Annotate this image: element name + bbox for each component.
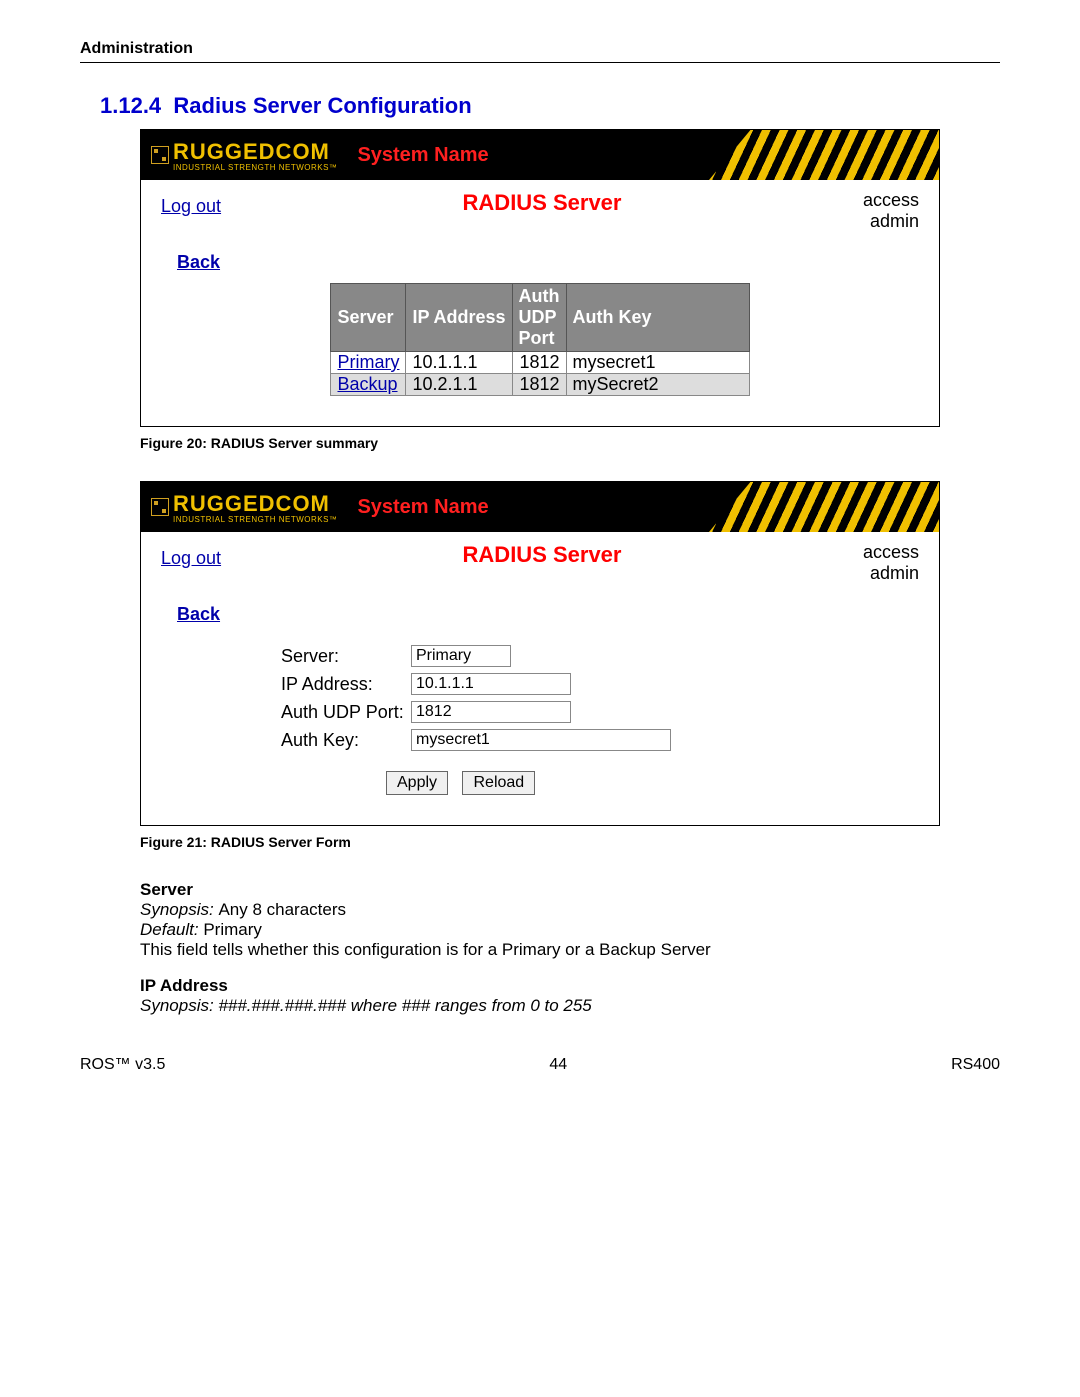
form-area: Server: Primary IP Address: 10.1.1.1 Aut… bbox=[281, 645, 939, 751]
footer-center: 44 bbox=[549, 1056, 567, 1074]
port-label: Auth UDP Port: bbox=[281, 702, 411, 723]
server-input[interactable]: Primary bbox=[411, 645, 511, 667]
field-server-default: Default: Primary bbox=[140, 920, 940, 940]
hatch-decoration bbox=[709, 482, 939, 532]
col-port: AuthUDPPort bbox=[512, 284, 566, 352]
cell-port: 1812 bbox=[512, 352, 566, 374]
cell-key: mySecret2 bbox=[566, 374, 749, 396]
col-ip: IP Address bbox=[406, 284, 512, 352]
table-row: Backup 10.2.1.1 1812 mySecret2 bbox=[331, 374, 749, 396]
col-key: Auth Key bbox=[566, 284, 749, 352]
figure-radius-form: RUGGEDCOM INDUSTRIAL STRENGTH NETWORKS™ … bbox=[140, 481, 940, 826]
logout-link[interactable]: Log out bbox=[161, 548, 221, 569]
cell-ip: 10.2.1.1 bbox=[406, 374, 512, 396]
figure-caption-2: Figure 21: RADIUS Server Form bbox=[140, 834, 1000, 850]
field-ip-heading: IP Address bbox=[140, 976, 940, 996]
doc-body: Server Synopsis: Any 8 characters Defaul… bbox=[140, 880, 940, 1016]
ip-label: IP Address: bbox=[281, 674, 411, 695]
logo-subtext: INDUSTRIAL STRENGTH NETWORKS™ bbox=[173, 515, 337, 524]
reload-button[interactable]: Reload bbox=[462, 771, 535, 795]
apply-button[interactable]: Apply bbox=[386, 771, 448, 795]
logo-icon bbox=[151, 146, 169, 164]
section-heading: 1.12.4 Radius Server Configuration bbox=[100, 93, 1000, 119]
port-input[interactable]: 1812 bbox=[411, 701, 571, 723]
logo-icon bbox=[151, 498, 169, 516]
key-label: Auth Key: bbox=[281, 730, 411, 751]
top-bar: RUGGEDCOM INDUSTRIAL STRENGTH NETWORKS™ … bbox=[141, 130, 939, 180]
page-header: Administration bbox=[80, 40, 1000, 63]
logo: RUGGEDCOM INDUSTRIAL STRENGTH NETWORKS™ bbox=[151, 139, 337, 172]
access-label: access admin bbox=[863, 190, 919, 232]
system-name: System Name bbox=[357, 144, 488, 167]
figure-radius-summary: RUGGEDCOM INDUSTRIAL STRENGTH NETWORKS™ … bbox=[140, 129, 940, 427]
back-link[interactable]: Back bbox=[177, 604, 939, 625]
key-input[interactable]: mysecret1 bbox=[411, 729, 671, 751]
top-bar: RUGGEDCOM INDUSTRIAL STRENGTH NETWORKS™ … bbox=[141, 482, 939, 532]
footer-right: RS400 bbox=[951, 1056, 1000, 1074]
server-link-backup[interactable]: Backup bbox=[337, 374, 397, 394]
field-server-heading: Server bbox=[140, 880, 940, 900]
server-link-primary[interactable]: Primary bbox=[337, 352, 399, 372]
server-label: Server: bbox=[281, 646, 411, 667]
radius-table: Server IP Address AuthUDPPort Auth Key P… bbox=[330, 283, 749, 396]
figure-caption-1: Figure 20: RADIUS Server summary bbox=[140, 435, 1000, 451]
system-name: System Name bbox=[357, 496, 488, 519]
cell-key: mysecret1 bbox=[566, 352, 749, 374]
logo-text: RUGGEDCOM bbox=[173, 139, 337, 165]
field-server-synopsis: Synopsis: Any 8 characters bbox=[140, 900, 940, 920]
hatch-decoration bbox=[709, 130, 939, 180]
page-footer: ROS™ v3.5 44 RS400 bbox=[80, 1056, 1000, 1074]
logo-text: RUGGEDCOM bbox=[173, 491, 337, 517]
cell-port: 1812 bbox=[512, 374, 566, 396]
back-link[interactable]: Back bbox=[177, 252, 939, 273]
table-row: Primary 10.1.1.1 1812 mysecret1 bbox=[331, 352, 749, 374]
field-ip-synopsis: Synopsis: ###.###.###.### where ### rang… bbox=[140, 996, 940, 1016]
footer-left: ROS™ v3.5 bbox=[80, 1056, 165, 1074]
logout-link[interactable]: Log out bbox=[161, 196, 221, 217]
section-number: 1.12.4 bbox=[100, 93, 161, 118]
cell-ip: 10.1.1.1 bbox=[406, 352, 512, 374]
section-title-text: Radius Server Configuration bbox=[173, 93, 471, 118]
field-server-desc: This field tells whether this configurat… bbox=[140, 940, 940, 960]
page-title: RADIUS Server bbox=[221, 542, 863, 568]
ip-input[interactable]: 10.1.1.1 bbox=[411, 673, 571, 695]
access-label: access admin bbox=[863, 542, 919, 584]
col-server: Server bbox=[331, 284, 406, 352]
logo: RUGGEDCOM INDUSTRIAL STRENGTH NETWORKS™ bbox=[151, 491, 337, 524]
logo-subtext: INDUSTRIAL STRENGTH NETWORKS™ bbox=[173, 163, 337, 172]
page-title: RADIUS Server bbox=[221, 190, 863, 216]
